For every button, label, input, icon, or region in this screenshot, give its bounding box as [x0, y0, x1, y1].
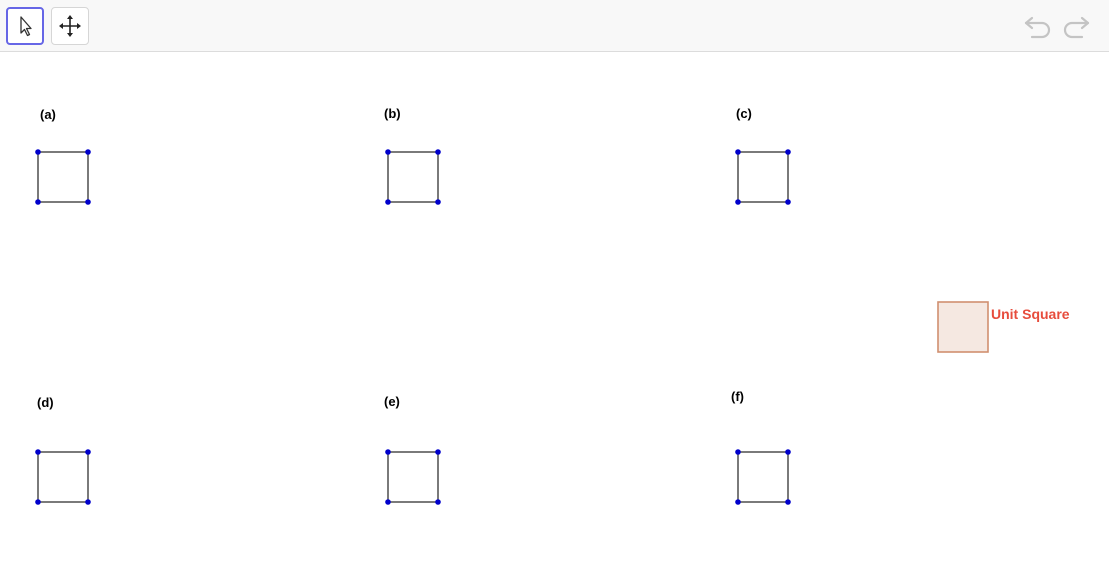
vertex-point[interactable] [735, 199, 741, 205]
vertex-point[interactable] [385, 149, 391, 155]
vertex-point[interactable] [435, 449, 441, 455]
vertex-point[interactable] [385, 499, 391, 505]
square-polygon[interactable] [737, 151, 789, 203]
figure-d: (d) [35, 395, 91, 505]
vertex-point[interactable] [35, 199, 41, 205]
vertex-point[interactable] [35, 499, 41, 505]
figure-label: (b) [384, 106, 401, 121]
unit-square: Unit Square [937, 301, 1070, 353]
vertex-point[interactable] [785, 449, 791, 455]
vertex-point[interactable] [35, 449, 41, 455]
vertex-point[interactable] [85, 199, 91, 205]
figure-label: (a) [40, 107, 56, 122]
vertex-point[interactable] [735, 149, 741, 155]
select-tool-button[interactable] [6, 7, 44, 45]
unit-square-polygon[interactable] [937, 301, 989, 353]
figure-label: (c) [736, 106, 752, 121]
square-polygon[interactable] [737, 451, 789, 503]
square-polygon[interactable] [387, 451, 439, 503]
redo-icon [1063, 16, 1090, 39]
redo-button[interactable] [1060, 12, 1092, 42]
vertex-point[interactable] [385, 449, 391, 455]
figure-a: (a) [35, 107, 91, 205]
undo-icon [1024, 16, 1051, 39]
vertex-point[interactable] [735, 449, 741, 455]
figure-label: (e) [384, 394, 400, 409]
vertex-point[interactable] [785, 199, 791, 205]
vertex-point[interactable] [785, 149, 791, 155]
move-tool-button[interactable] [51, 7, 89, 45]
figure-b: (b) [384, 106, 441, 205]
square-polygon[interactable] [387, 151, 439, 203]
figure-label: (d) [37, 395, 54, 410]
square-polygon[interactable] [37, 151, 89, 203]
move-cross-icon [59, 15, 81, 37]
vertex-point[interactable] [435, 499, 441, 505]
graphics-view[interactable]: (a) (b) (c) Unit Square (d) (e) (f) [0, 53, 1109, 568]
vertex-point[interactable] [785, 499, 791, 505]
square-polygon[interactable] [37, 451, 89, 503]
figure-e: (e) [384, 394, 441, 505]
vertex-point[interactable] [85, 149, 91, 155]
vertex-point[interactable] [385, 199, 391, 205]
vertex-point[interactable] [85, 499, 91, 505]
undo-button[interactable] [1022, 12, 1054, 42]
unit-square-label: Unit Square [991, 306, 1070, 322]
graphics-canvas[interactable]: (a) (b) (c) Unit Square (d) (e) (f) [0, 53, 1109, 568]
vertex-point[interactable] [35, 149, 41, 155]
toolbar [0, 0, 1109, 52]
vertex-point[interactable] [735, 499, 741, 505]
vertex-point[interactable] [435, 199, 441, 205]
pointer-arrow-icon [20, 16, 32, 37]
figure-f: (f) [731, 389, 791, 505]
vertex-point[interactable] [85, 449, 91, 455]
figure-label: (f) [731, 389, 744, 404]
figure-c: (c) [735, 106, 791, 205]
vertex-point[interactable] [435, 149, 441, 155]
